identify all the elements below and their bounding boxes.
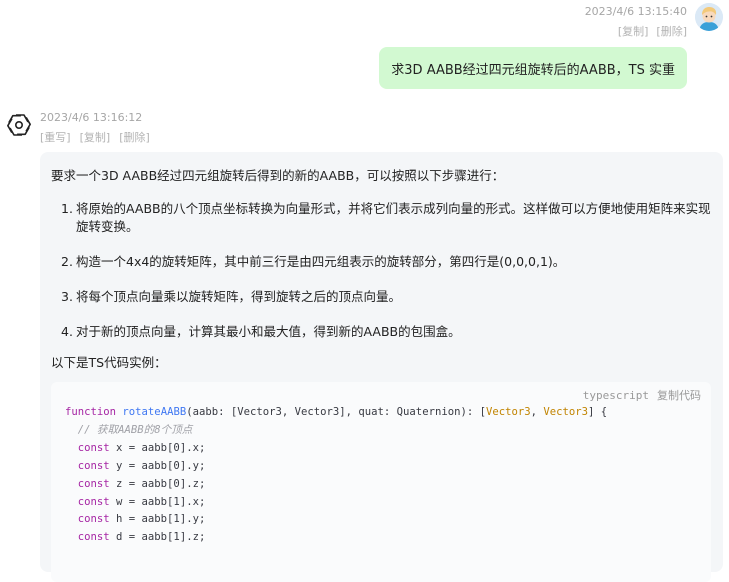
step-item: 4. 对于新的顶点向量，计算其最小和最大值，得到新的AABB的包围盒。 (51, 323, 716, 341)
code-block-header: typescript 复制代码 (583, 387, 701, 403)
code-line: function rotateAABB(aabb: [Vector3, Vect… (65, 406, 608, 418)
assistant-message-actions: [重写] [复制] [删除] (40, 129, 159, 145)
step-item: 1. 将原始的AABB的八个顶点坐标转换为向量形式，并将它们表示成列向量的形式。… (51, 200, 716, 236)
user-message-actions: [复制] [删除] (610, 23, 687, 39)
steps-list: 1. 将原始的AABB的八个顶点坐标转换为向量形式，并将它们表示成列向量的形式。… (51, 200, 716, 358)
code-line: const h = aabb[1].y; (77, 513, 206, 526)
code-content: function rotateAABB(aabb: [Vector3, Vect… (65, 404, 607, 547)
code-line: const d = aabb[1].z; (77, 531, 206, 544)
code-line: const y = aabb[0].y; (77, 459, 206, 472)
code-line: // 获取AABB的8个顶点 (77, 423, 193, 436)
user-avatar-icon (695, 3, 723, 31)
code-language-label: typescript (582, 389, 649, 402)
user-delete-button[interactable]: [删除] (656, 25, 687, 38)
user-message-text: 求3D AABB经过四元组旋转后的AABB，TS 实重 (391, 62, 675, 78)
step-number: 4. (61, 324, 73, 339)
assistant-message-timestamp: 2023/4/6 13:16:12 (40, 111, 143, 124)
step-number: 1. (61, 201, 73, 216)
user-copy-button[interactable]: [复制] (618, 25, 649, 38)
rewrite-button[interactable]: [重写] (40, 131, 71, 144)
code-line: const w = aabb[1].x; (77, 495, 206, 508)
step-text: 对于新的顶点向量，计算其最小和最大值，得到新的AABB的包围盒。 (76, 324, 461, 339)
copy-code-button[interactable]: 复制代码 (657, 389, 701, 402)
user-message-bubble: 求3D AABB经过四元组旋转后的AABB，TS 实重 (379, 47, 687, 89)
step-number: 2. (61, 254, 73, 269)
assistant-intro-text: 要求一个3D AABB经过四元组旋转后得到的新的AABB，可以按照以下步骤进行： (51, 168, 505, 183)
step-item: 2. 构造一个4x4的旋转矩阵，其中前三行是由四元组表示的旋转部分，第四行是(0… (51, 253, 716, 271)
code-line: const z = aabb[0].z; (77, 477, 206, 490)
assistant-copy-button[interactable]: [复制] (80, 131, 111, 144)
code-line: const x = aabb[0].x; (77, 441, 206, 454)
openai-logo-icon (7, 114, 31, 136)
user-avatar (695, 3, 723, 31)
user-message-timestamp: 2023/4/6 13:15:40 (584, 5, 687, 18)
step-text: 构造一个4x4的旋转矩阵，其中前三行是由四元组表示的旋转部分，第四行是(0,0,… (76, 254, 566, 269)
assistant-delete-button[interactable]: [删除] (119, 131, 150, 144)
step-item: 3. 将每个顶点向量乘以旋转矩阵，得到旋转之后的顶点向量。 (51, 288, 716, 306)
assistant-avatar (6, 112, 32, 138)
code-lead-text: 以下是TS代码实例： (51, 355, 167, 370)
step-text: 将每个顶点向量乘以旋转矩阵，得到旋转之后的顶点向量。 (76, 289, 402, 304)
step-text: 将原始的AABB的八个顶点坐标转换为向量形式，并将它们表示成列向量的形式。这样做… (76, 201, 711, 234)
step-number: 3. (61, 289, 73, 304)
